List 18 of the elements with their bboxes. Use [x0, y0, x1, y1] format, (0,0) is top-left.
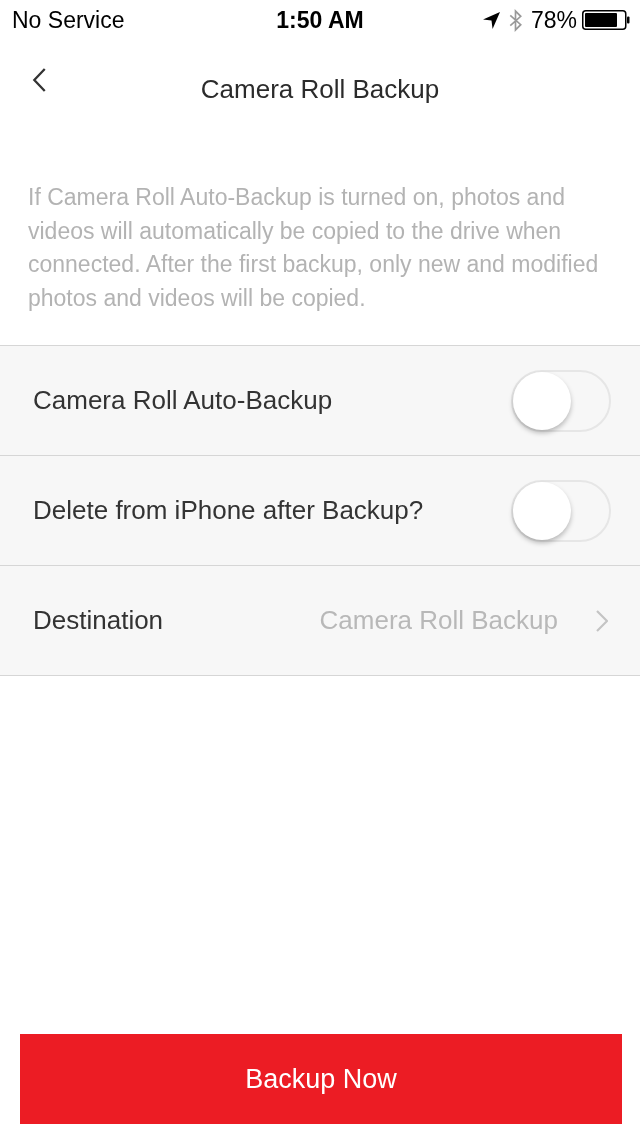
description-text: If Camera Roll Auto-Backup is turned on, photos and videos will automatically be copied to the drive when connected. After the first backup, only new and modified photos and videos will be copied. [27, 183, 600, 313]
battery-percent: 78% [530, 6, 577, 34]
page-title: Camera Roll Backup [200, 72, 440, 105]
battery-icon [582, 10, 630, 30]
chevron-right-icon [596, 609, 608, 632]
location-arrow-icon [482, 11, 500, 29]
setting-value: Camera Roll Backup [319, 605, 558, 636]
backup-now-button[interactable]: Backup Now [20, 1034, 622, 1124]
toggle-switch[interactable] [511, 479, 611, 542]
settings-row[interactable]: Destination Camera Roll Backup [0, 566, 640, 676]
chevron-left-icon [32, 68, 46, 92]
setting-label: Destination [33, 605, 164, 636]
carrier-label: No Service [12, 6, 125, 34]
bluetooth-icon [508, 8, 522, 32]
status-time: 1:50 AM [276, 6, 364, 34]
setting-label: Camera Roll Auto-Backup [33, 385, 333, 416]
setting-label: Delete from iPhone after Backup? [33, 495, 424, 526]
toggle-switch[interactable] [511, 369, 611, 432]
